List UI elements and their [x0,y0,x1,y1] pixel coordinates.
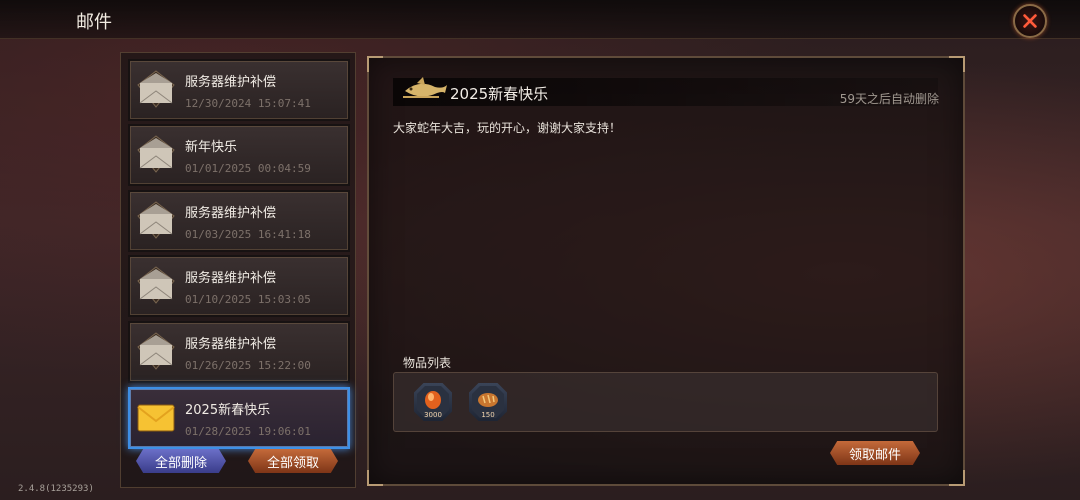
mail-subject: 服务器维护补偿 [185,75,277,90]
mail-date: 12/30/2024 15:07:41 [185,97,311,110]
mail-date: 01/01/2025 00:04:59 [185,162,311,175]
item-count: 150 [481,411,495,419]
claim-mail-button[interactable]: 领取邮件 [830,441,920,465]
envelope-open-icon [137,70,175,108]
version-label: 2.4.8(1235293) [18,484,94,494]
mail-subject: 服务器维护补偿 [185,206,277,221]
close-icon [1023,14,1037,28]
claim-all-button[interactable]: 全部领取 [248,449,338,473]
mail-title: 2025新春快乐 [450,85,549,103]
envelope-open-icon [137,266,175,304]
envelope-new-icon [137,404,175,432]
mail-subject: 新年快乐 [185,140,238,155]
mail-subject: 服务器维护补偿 [185,337,277,352]
mail-item[interactable]: 服务器维护补偿 12/30/2024 15:07:41 [128,59,350,121]
item-count: 3000 [424,411,442,419]
mail-date: 01/10/2025 15:03:05 [185,293,311,306]
items-list: 3000 150 [393,372,938,432]
delete-all-button[interactable]: 全部删除 [136,449,226,473]
mail-date: 01/28/2025 19:06:01 [185,425,311,438]
mail-date: 01/26/2025 15:22:00 [185,359,311,372]
page-title: 邮件 [76,12,112,33]
bread-icon [478,393,498,407]
item-slot[interactable]: 150 [469,383,507,421]
orange-gem-icon [425,391,441,409]
fish-icon [403,77,447,98]
mail-item[interactable]: 服务器维护补偿 01/26/2025 15:22:00 [128,321,350,383]
mail-detail-panel: 2025新春快乐 59天之后自动删除 大家蛇年大吉，玩的开心，谢谢大家支持！ 物… [367,56,965,486]
envelope-open-icon [137,201,175,239]
items-label: 物品列表 [403,356,452,370]
envelope-open-icon [137,135,175,173]
envelope-open-icon [137,332,175,370]
mail-subject: 服务器维护补偿 [185,271,277,286]
close-button[interactable] [1013,4,1047,38]
mail-list[interactable]: 服务器维护补偿 12/30/2024 15:07:41 新年快乐 01/01/202… [120,52,356,488]
mail-item[interactable]: 服务器维护补偿 01/10/2025 15:03:05 [128,255,350,317]
item-slot[interactable]: 3000 [414,383,452,421]
mail-item[interactable]: 新年快乐 01/01/2025 00:04:59 [128,124,350,186]
mail-body: 大家蛇年大吉，玩的开心，谢谢大家支持！ [393,121,622,135]
mail-item[interactable]: 服务器维护补偿 01/03/2025 16:41:18 [128,190,350,252]
mail-subject: 2025新春快乐 [185,403,271,418]
mail-date: 01/03/2025 16:41:18 [185,228,311,241]
expire-notice: 59天之后自动删除 [839,92,939,106]
mail-item[interactable]: 2025新春快乐 01/28/2025 19:06:01 [128,387,350,449]
top-bar: 邮件 [0,0,1080,39]
